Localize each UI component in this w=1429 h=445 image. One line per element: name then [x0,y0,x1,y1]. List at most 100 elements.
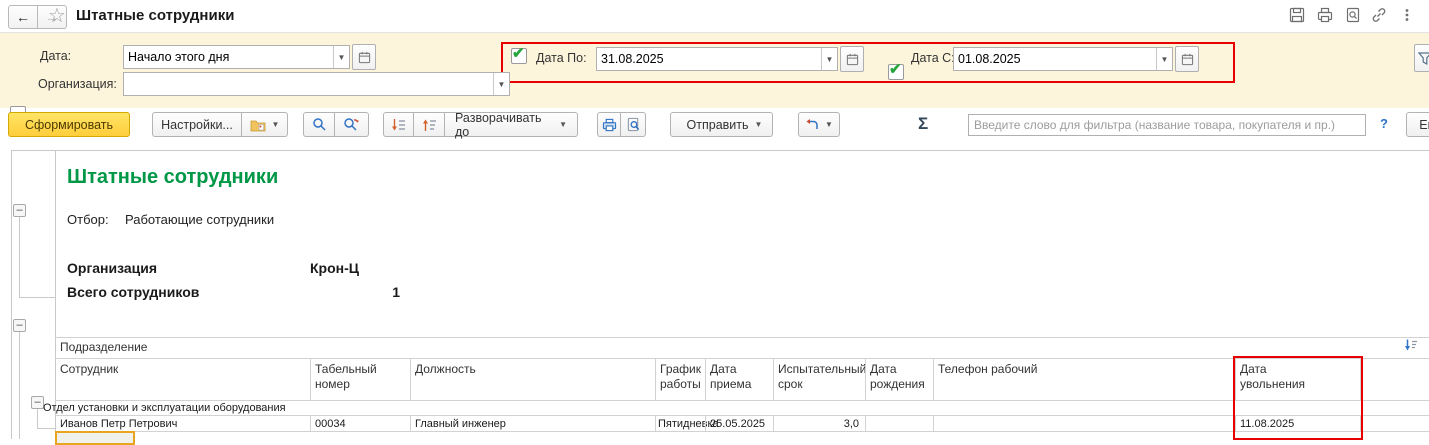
print-preview-button[interactable] [621,112,646,137]
column-header: Телефон рабочий [938,362,1228,377]
sum-sigma-icon[interactable]: Σ [918,114,928,134]
help-button[interactable]: ? [1380,116,1388,131]
more-button[interactable]: Еще [1406,112,1429,137]
column-header: Дата увольнения [1240,362,1330,392]
grid-line [773,415,774,431]
collapse-all-button[interactable] [414,112,445,137]
date-from-value[interactable] [954,52,1156,66]
expand-all-button[interactable] [383,112,414,137]
settings-button[interactable]: Настройки... [152,112,242,137]
chevron-down-icon[interactable]: ▼ [333,46,349,68]
chevron-down-icon[interactable]: ▼ [1156,48,1172,70]
date-to-checkbox[interactable]: ✔ [511,48,527,64]
chevron-down-icon: ▼ [272,120,280,129]
chevron-down-icon: ▼ [559,120,567,129]
section-header: Подразделение [60,340,147,355]
column-header: Дата рождения [870,362,928,392]
print-preview-icon [626,117,641,132]
quick-filter-input[interactable] [968,114,1366,136]
more-menu-icon[interactable] [1398,6,1416,24]
collapse-rows-icon [422,118,437,132]
chevron-down-icon[interactable]: ▼ [493,73,509,95]
expand-to-button[interactable]: Разворачивать до ▼ [445,112,578,137]
collapse-group-button[interactable]: – [13,319,26,332]
group-row[interactable]: Отдел установки и эксплуатации оборудова… [43,402,286,414]
save-icon[interactable] [1288,6,1306,24]
date-to-value[interactable] [597,52,821,66]
link-icon[interactable] [1370,6,1388,24]
favorite-star-icon[interactable]: ☆ [48,3,66,28]
date-from-checkbox[interactable]: ✔ [888,64,904,80]
column-header: Должность [415,362,645,377]
grid-line [655,358,656,400]
report-total-value: 1 [330,284,400,300]
feedback-button[interactable]: ▼ [798,112,840,137]
chevron-down-icon[interactable]: ▼ [821,48,837,70]
organization-value[interactable] [124,77,493,91]
grid-line [410,358,411,400]
search-button[interactable] [303,112,335,137]
filter-settings-button[interactable] [1414,44,1429,72]
date-to-calendar-button[interactable] [840,46,864,72]
cell-personnel-number[interactable]: 00034 [315,418,346,430]
back-arrow-icon: ← [16,9,30,25]
date-from-input[interactable]: ▼ [953,47,1173,71]
collapse-group-button[interactable]: – [13,204,26,217]
date-from-label: Дата С: [911,51,955,65]
folder-report-icon [250,118,266,132]
report-variants-button[interactable]: ▼ [242,112,288,137]
grid-line [410,415,411,431]
check-icon: ✔ [889,60,902,78]
date-from-calendar-button[interactable] [1175,46,1199,72]
date-label: Дата: [40,49,71,63]
sort-icon[interactable] [1404,338,1418,352]
preview-icon[interactable] [1344,6,1362,24]
grid-line [310,358,311,400]
cancel-search-button[interactable] [335,112,369,137]
date-period-calendar-button[interactable] [352,44,376,70]
grid-line [55,431,1429,432]
cell-dismissal-date[interactable]: 11.08.2025 [1240,418,1294,430]
date-to-label: Дата По: [536,51,587,65]
grid-line [310,415,311,431]
selected-cell[interactable] [55,431,135,445]
column-header: Сотрудник [60,362,300,377]
settings-group: Настройки... ▼ [152,112,288,137]
grid-line [1360,358,1361,400]
report-top-border [11,150,1429,151]
grid-line [773,358,774,400]
generate-label: Сформировать [25,118,113,132]
search-icon [312,117,327,132]
send-button[interactable]: Отправить ▼ [670,112,773,137]
date-period-input[interactable]: ▼ [123,45,350,69]
date-period-value[interactable] [124,50,333,64]
organization-label: Организация: [38,77,117,91]
cell-hire-date[interactable]: 25.05.2025 [710,418,765,430]
report-title: Штатные сотрудники [67,166,278,189]
grid-line [1235,415,1236,431]
settings-label: Настройки... [161,118,233,132]
search-reset-icon [343,117,360,132]
expand-to-label: Разворачивать до [455,111,553,139]
tree-line [19,332,20,439]
cell-probation-period[interactable]: 3,0 [773,418,859,430]
cell-position[interactable]: Главный инженер [415,418,506,430]
selection-label: Отбор: [67,212,109,227]
search-group [303,112,369,137]
print-icon[interactable] [1316,6,1334,24]
grid-line [865,358,866,400]
calendar-icon [358,51,371,64]
expand-group: Разворачивать до ▼ [383,112,578,137]
print-report-button[interactable] [597,112,621,137]
grid-line [655,415,656,431]
grid-line [55,337,1429,338]
organization-input[interactable]: ▼ [123,72,510,96]
report-total-label: Всего сотрудников [67,284,199,300]
selection-value: Работающие сотрудники [125,212,274,227]
cell-employee[interactable]: Иванов Петр Петрович [60,418,177,430]
report-left-border [55,150,56,439]
back-button[interactable]: ← [8,5,38,29]
reply-arrow-icon [805,119,819,131]
generate-button[interactable]: Сформировать [8,112,130,137]
date-to-input[interactable]: ▼ [596,47,838,71]
